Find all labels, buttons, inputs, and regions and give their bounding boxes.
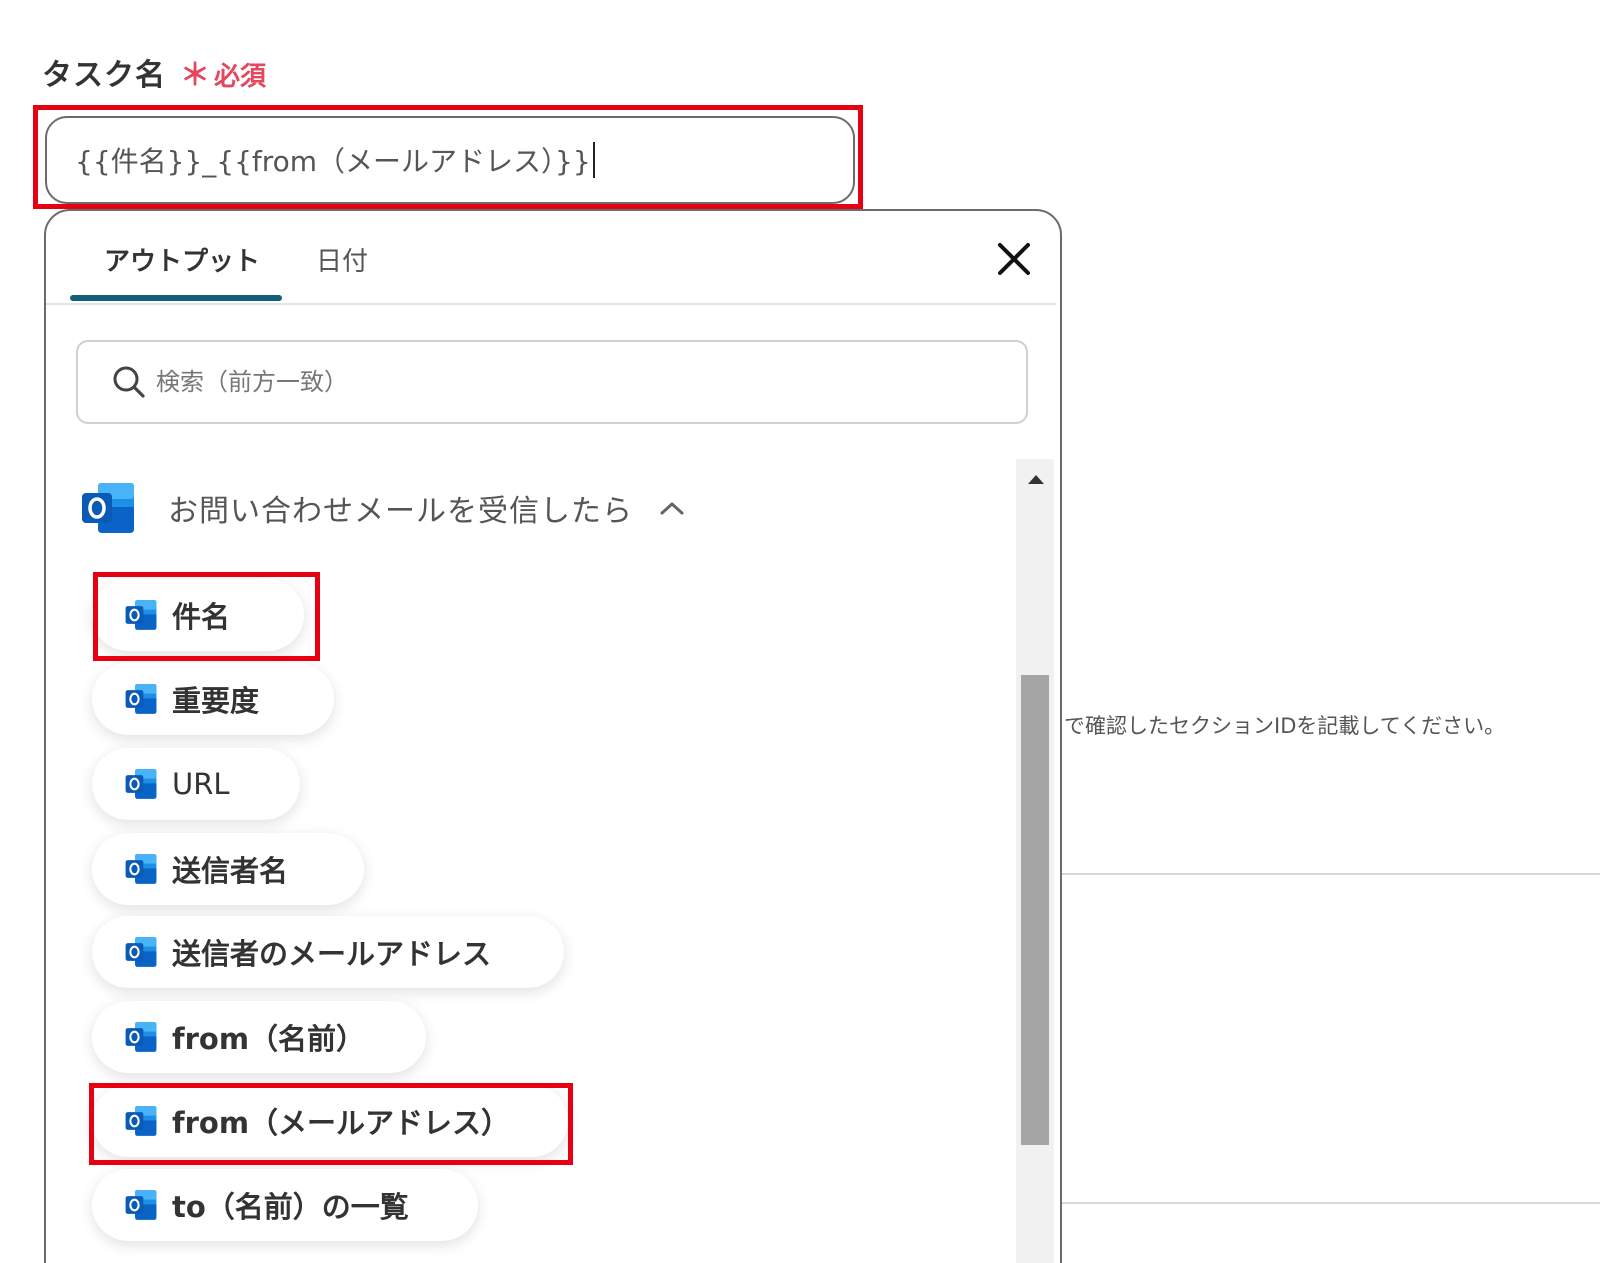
popup-tabs: アウトプット 日付 — [46, 211, 1056, 305]
output-item-subject[interactable]: 件名 — [92, 579, 304, 651]
page: タスク名 ＊必須 {{件名}}_{{from（メールアドレス）}} で確認したセ… — [0, 0, 1600, 1263]
output-item-label: from（名前） — [172, 1022, 366, 1056]
output-item-importance[interactable]: 重要度 — [92, 663, 334, 735]
outlook-icon — [125, 1190, 157, 1220]
outlook-icon — [82, 483, 134, 533]
output-picker-popup: アウトプット 日付 検索（前方一致） お問い合わせメールを受信したら 件名 重要… — [44, 209, 1062, 1263]
outlook-icon — [125, 684, 157, 714]
task-name-value: {{件名}}_{{from（メールアドレス）}} — [75, 145, 591, 178]
background-divider — [1062, 1202, 1600, 1204]
search-icon — [113, 366, 145, 398]
output-item-label: 重要度 — [172, 684, 260, 718]
output-item-from-email[interactable]: from（メールアドレス） — [92, 1085, 568, 1157]
text-caret — [592, 142, 595, 178]
required-marker: ＊必須 — [180, 50, 266, 94]
chevron-up-icon[interactable] — [659, 500, 685, 516]
required-text: 必須 — [214, 62, 267, 92]
search-box — [76, 340, 1028, 424]
field-label-text: タスク名 — [42, 58, 166, 93]
output-item-sender-name[interactable]: 送信者名 — [92, 833, 364, 905]
outlook-icon — [125, 769, 157, 799]
scrollbar[interactable] — [1016, 459, 1054, 1263]
outlook-icon — [125, 600, 157, 630]
background-helper-text: で確認したセクションIDを記載してください。 — [1064, 714, 1506, 738]
task-name-label: タスク名 ＊必須 — [42, 50, 266, 94]
active-tab-indicator — [70, 295, 282, 301]
output-item-to-names[interactable]: to（名前）の一覧 — [92, 1169, 478, 1241]
required-star: ＊ — [180, 58, 210, 93]
group-title: お問い合わせメールを受信したら — [168, 494, 633, 529]
output-item-label: 件名 — [172, 600, 231, 634]
scroll-up-arrow-icon[interactable] — [1028, 475, 1044, 484]
output-item-label: to（名前）の一覧 — [172, 1190, 409, 1224]
output-item-from-name[interactable]: from（名前） — [92, 1001, 426, 1073]
close-icon[interactable] — [994, 239, 1034, 279]
tab-output[interactable]: アウトプット — [104, 241, 260, 278]
scrollbar-thumb[interactable] — [1021, 675, 1049, 1145]
background-divider — [1062, 873, 1600, 875]
outlook-icon — [125, 1022, 157, 1052]
output-item-sender-email[interactable]: 送信者のメールアドレス — [92, 916, 564, 988]
outlook-icon — [125, 1106, 157, 1136]
output-item-label: 送信者名 — [172, 854, 289, 888]
output-item-label: from（メールアドレス） — [172, 1106, 511, 1140]
outlook-icon — [125, 937, 157, 967]
output-item-label: 送信者のメールアドレス — [172, 937, 492, 971]
task-name-input[interactable]: {{件名}}_{{from（メールアドレス）}} — [45, 116, 855, 204]
tab-date[interactable]: 日付 — [316, 241, 368, 278]
outlook-icon — [125, 854, 157, 884]
trigger-group-header[interactable]: お問い合わせメールを受信したら — [80, 481, 685, 535]
output-item-url[interactable]: URL — [92, 748, 300, 820]
search-input[interactable] — [154, 367, 958, 397]
output-item-label: URL — [172, 767, 230, 801]
